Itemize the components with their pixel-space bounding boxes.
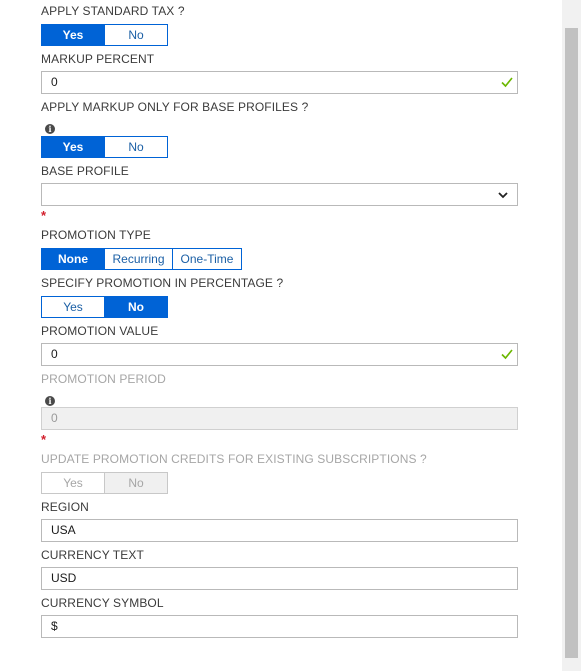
valid-check-icon <box>501 77 513 88</box>
base-profile-select[interactable] <box>41 183 518 206</box>
markup-percent-value: 0 <box>51 75 58 89</box>
update-credits-toggle: Yes No <box>41 472 168 494</box>
promotion-period-label: PROMOTION PERIOD <box>41 372 166 386</box>
promotion-type-recurring-button[interactable]: Recurring <box>104 248 173 270</box>
markup-percent-label: MARKUP PERCENT <box>41 52 155 66</box>
markup-base-only-toggle[interactable]: Yes No <box>41 136 168 158</box>
markup-percent-input[interactable]: 0 <box>41 71 518 94</box>
promotion-period-value: 0 <box>51 411 58 425</box>
promotion-type-none-button[interactable]: None <box>41 248 105 270</box>
base-profile-label: BASE PROFILE <box>41 164 129 178</box>
promotion-period-input: 0 <box>41 407 518 430</box>
promotion-percentage-toggle[interactable]: Yes No <box>41 296 168 318</box>
currency-symbol-label: CURRENCY SYMBOL <box>41 596 164 610</box>
markup-base-only-no-button[interactable]: No <box>104 136 168 158</box>
region-label: REGION <box>41 500 89 514</box>
promotion-type-label: PROMOTION TYPE <box>41 228 151 242</box>
update-credits-label: UPDATE PROMOTION CREDITS FOR EXISTING SU… <box>41 452 427 466</box>
standard-tax-toggle[interactable]: Yes No <box>41 24 168 46</box>
info-icon[interactable]: i <box>45 124 55 134</box>
markup-base-only-yes-button[interactable]: Yes <box>41 136 105 158</box>
standard-tax-yes-button[interactable]: Yes <box>41 24 105 46</box>
markup-base-only-label: APPLY MARKUP ONLY FOR BASE PROFILES ? <box>41 100 309 114</box>
valid-check-icon <box>501 349 513 360</box>
currency-text-label: CURRENCY TEXT <box>41 548 144 562</box>
required-marker: * <box>41 432 47 447</box>
promotion-type-toggle[interactable]: None Recurring One-Time <box>41 248 242 270</box>
standard-tax-label: APPLY STANDARD TAX ? <box>41 4 185 18</box>
promotion-value-value: 0 <box>51 347 58 361</box>
required-marker: * <box>41 208 47 223</box>
promotion-value-input[interactable]: 0 <box>41 343 518 366</box>
currency-text-value: USD <box>51 571 77 585</box>
promotion-percentage-label: SPECIFY PROMOTION IN PERCENTAGE ? <box>41 276 284 290</box>
scrollbar-thumb[interactable] <box>565 28 578 658</box>
currency-symbol-input[interactable]: $ <box>41 615 518 638</box>
update-credits-yes-button: Yes <box>41 472 105 494</box>
promotion-value-label: PROMOTION VALUE <box>41 324 159 338</box>
update-credits-no-button: No <box>104 472 168 494</box>
chevron-down-icon <box>498 192 508 199</box>
region-value: USA <box>51 523 76 537</box>
info-icon[interactable]: i <box>45 396 55 406</box>
promotion-type-onetime-button[interactable]: One-Time <box>172 248 242 270</box>
standard-tax-no-button[interactable]: No <box>104 24 168 46</box>
currency-symbol-value: $ <box>51 619 58 633</box>
currency-text-input[interactable]: USD <box>41 567 518 590</box>
region-input[interactable]: USA <box>41 519 518 542</box>
promotion-percentage-yes-button[interactable]: Yes <box>41 296 105 318</box>
promotion-percentage-no-button[interactable]: No <box>104 296 168 318</box>
